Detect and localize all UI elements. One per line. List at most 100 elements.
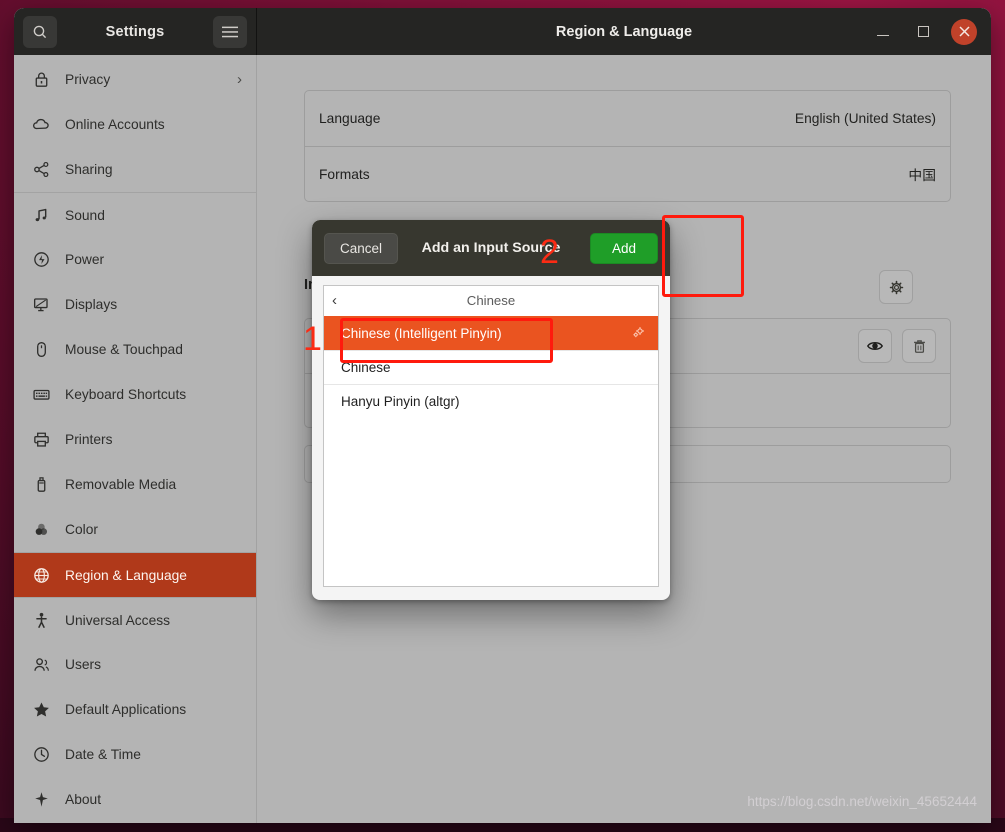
- sidebar-item-universal-access[interactable]: Universal Access: [14, 597, 256, 642]
- input-source-list: ‹ Chinese Chinese (Intelligent Pinyin) Ch…: [323, 285, 659, 587]
- sidebar-item-about[interactable]: About: [14, 777, 256, 822]
- minimize-icon: [877, 35, 889, 37]
- sidebar-item-label: Users: [65, 657, 242, 672]
- preferences-icon[interactable]: [631, 325, 646, 343]
- users-icon: [32, 655, 51, 674]
- cancel-button[interactable]: Cancel: [324, 233, 398, 264]
- eye-icon: [866, 337, 884, 355]
- language-label: Language: [319, 111, 380, 126]
- sidebar-item-color[interactable]: Color: [14, 507, 256, 552]
- keyboard-icon: [32, 385, 51, 404]
- lock-icon: [32, 70, 51, 89]
- sidebar-item-sharing[interactable]: Sharing: [14, 147, 256, 192]
- globe-icon: [32, 566, 51, 585]
- remove-input-source-button[interactable]: [902, 329, 936, 363]
- close-icon: [959, 26, 970, 37]
- maximize-icon: [918, 26, 929, 37]
- clock-icon: [32, 745, 51, 764]
- color-icon: [32, 520, 51, 539]
- window-controls: [871, 8, 977, 55]
- formats-value: 中国: [908, 164, 936, 184]
- chevron-left-icon[interactable]: ‹: [332, 292, 337, 309]
- accessibility-icon: [32, 611, 51, 630]
- add-button[interactable]: Add: [590, 233, 658, 264]
- sidebar-item-online-accounts[interactable]: Online Accounts: [14, 102, 256, 147]
- accessibility-icon: [32, 611, 51, 630]
- sidebar-item-label: Printers: [65, 432, 242, 447]
- sidebar-item-default-applications[interactable]: Default Applications: [14, 687, 256, 732]
- share-icon: [32, 160, 51, 179]
- language-card: Language English (United States) Formats…: [304, 90, 951, 202]
- sidebar-item-keyboard-shortcuts[interactable]: Keyboard Shortcuts: [14, 372, 256, 417]
- sidebar-item-sound[interactable]: Sound: [14, 192, 256, 237]
- list-item[interactable]: Hanyu Pinyin (altgr): [324, 384, 658, 418]
- search-button[interactable]: [23, 16, 57, 48]
- power-icon: [32, 250, 51, 269]
- add-input-source-dialog: Add an Input Source Cancel Add ‹ Chinese…: [312, 220, 670, 600]
- sidebar-item-label: Sound: [65, 208, 242, 223]
- sidebar-item-mouse-touchpad[interactable]: Mouse & Touchpad: [14, 327, 256, 372]
- usb-drive-icon: [32, 475, 51, 494]
- chevron-right-icon: ›: [237, 71, 242, 88]
- titlebar-left: Settings: [14, 8, 257, 55]
- sidebar-item-date-time[interactable]: Date & Time: [14, 732, 256, 777]
- sidebar-item-printers[interactable]: Printers: [14, 417, 256, 462]
- sidebar-item-label: Displays: [65, 297, 242, 312]
- show-keyboard-layout-button[interactable]: [858, 329, 892, 363]
- language-value: English (United States): [795, 111, 936, 126]
- search-icon: [32, 24, 48, 40]
- list-item-label: Chinese (Intelligent Pinyin): [341, 326, 502, 341]
- table-row-language[interactable]: Language English (United States): [305, 91, 950, 146]
- printer-icon: [32, 430, 51, 449]
- display-icon: [32, 295, 51, 314]
- page-title: Region & Language: [556, 24, 692, 40]
- formats-label: Formats: [319, 167, 370, 182]
- sidebar-item-privacy[interactable]: Privacy ›: [14, 57, 256, 102]
- sidebar-item-region-language[interactable]: Region & Language: [14, 552, 256, 597]
- lock-icon: [32, 70, 51, 89]
- sound-icon: [32, 206, 51, 225]
- dialog-body: ‹ Chinese Chinese (Intelligent Pinyin) Ch…: [312, 276, 670, 600]
- sidebar-item-label: Power: [65, 252, 242, 267]
- sparkle-icon: [32, 790, 51, 809]
- cloud-icon: [32, 115, 51, 134]
- list-item-label: Hanyu Pinyin (altgr): [341, 394, 460, 409]
- sidebar-item-power[interactable]: Power: [14, 237, 256, 282]
- list-item[interactable]: Chinese (Intelligent Pinyin): [324, 316, 658, 350]
- close-button[interactable]: [951, 19, 977, 45]
- app-title: Settings: [106, 24, 165, 40]
- list-header: ‹ Chinese: [324, 286, 658, 316]
- sparkle-icon: [32, 790, 51, 809]
- users-icon: [32, 655, 51, 674]
- sidebar-item-users[interactable]: Users: [14, 642, 256, 687]
- titlebar: Settings Region & Language: [14, 8, 991, 55]
- cloud-icon: [32, 115, 51, 134]
- keyboard-icon: [32, 385, 51, 404]
- titlebar-right: Region & Language: [257, 8, 991, 55]
- gear-icon: [888, 279, 905, 296]
- list-header-label: Chinese: [324, 293, 658, 308]
- star-icon: [32, 700, 51, 719]
- sidebar-item-label: Universal Access: [65, 613, 242, 628]
- list-item[interactable]: Chinese: [324, 350, 658, 384]
- color-icon: [32, 520, 51, 539]
- mouse-icon: [32, 340, 51, 359]
- sidebar-item-label: Online Accounts: [65, 117, 242, 132]
- sidebar-item-label: Privacy: [65, 72, 223, 87]
- printer-icon: [32, 430, 51, 449]
- usb-drive-icon: [32, 475, 51, 494]
- input-source-settings-button[interactable]: [879, 270, 913, 304]
- dialog-header: Add an Input Source Cancel Add: [312, 220, 670, 276]
- minimize-button[interactable]: [871, 20, 895, 44]
- sidebar-item-label: Default Applications: [65, 702, 242, 717]
- table-row-formats[interactable]: Formats 中国: [305, 146, 950, 201]
- sidebar-item-removable-media[interactable]: Removable Media: [14, 462, 256, 507]
- maximize-button[interactable]: [911, 20, 935, 44]
- clock-icon: [32, 745, 51, 764]
- sidebar-item-label: Mouse & Touchpad: [65, 342, 242, 357]
- main-menu-button[interactable]: [213, 16, 247, 48]
- sidebar-item-label: Removable Media: [65, 477, 242, 492]
- settings-sidebar: Privacy › Online Accounts Sharing Sound Power…: [14, 55, 257, 823]
- sidebar-item-displays[interactable]: Displays: [14, 282, 256, 327]
- power-icon: [32, 250, 51, 269]
